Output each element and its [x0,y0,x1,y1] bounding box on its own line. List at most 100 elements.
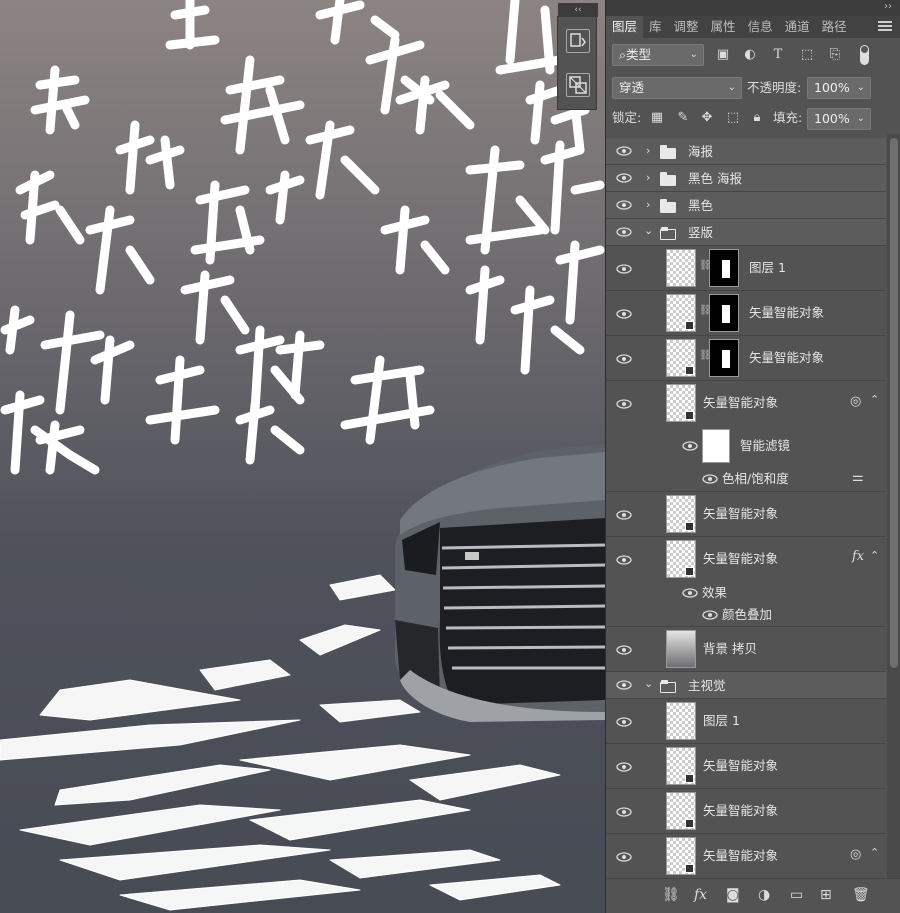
eye-icon[interactable] [616,807,632,817]
scrollbar-thumb[interactable] [890,138,898,668]
layer-row[interactable]: › 海报 [606,138,886,165]
link-icon[interactable]: ⛓ [662,887,680,903]
filter-type-icon[interactable]: T [769,46,787,64]
layer-row[interactable]: › 黑色 海报 [606,165,886,192]
chain-link-icon[interactable]: ⛓ [699,305,712,319]
layer-thumbnail [666,540,696,578]
eye-icon[interactable] [702,610,718,620]
effects-row[interactable]: 效果 [606,582,886,604]
lock-transparent-icon[interactable]: ▦ [648,109,666,127]
fx-icon[interactable]: fx [694,887,707,903]
chevron-up-icon[interactable]: ⌃ [870,393,879,406]
eye-icon[interactable] [616,200,632,210]
layers-scrollbar[interactable] [887,134,900,878]
tab-library[interactable]: 库 [643,16,668,38]
filter-item-row[interactable]: 色相/饱和度 ⚌ [606,466,886,492]
eye-icon[interactable] [616,309,632,319]
layer-mask-thumbnail[interactable] [709,294,739,332]
eye-icon[interactable] [616,146,632,156]
filter-kind-select[interactable]: ⌕类型 ⌄ [612,44,704,66]
smart-filter-icon[interactable]: ◎ [850,847,861,862]
opacity-input[interactable]: 100% ⌄ [807,77,871,99]
eye-icon[interactable] [682,441,698,451]
eye-icon[interactable] [616,264,632,274]
chain-link-icon[interactable]: ⛓ [699,350,712,364]
tab-paths[interactable]: 路径 [816,16,853,38]
layer-row[interactable]: › 黑色 [606,192,886,219]
layer-row[interactable]: ⛓ 矢量智能对象 [606,291,886,336]
layer-row[interactable]: 矢量智能对象 [606,789,886,834]
effect-item-row[interactable]: 颜色叠加 [606,604,886,627]
smart-filter-row[interactable]: 智能滤镜 [606,426,886,466]
eye-icon[interactable] [616,510,632,520]
tab-properties[interactable]: 属性 [705,16,742,38]
eye-icon[interactable] [616,762,632,772]
chevron-down-icon: ⌄ [689,49,698,60]
adjustment-icon[interactable]: ◑ [758,887,770,903]
eye-icon[interactable] [616,555,632,565]
layer-row[interactable]: 矢量智能对象 ◎ ⌃ [606,834,886,878]
eye-icon[interactable] [682,588,698,598]
filter-pixel-icon[interactable]: ▣ [714,46,732,64]
lock-all-icon[interactable]: 🔒︎ [748,109,766,127]
layer-row[interactable]: 矢量智能对象 [606,492,886,537]
folder-open-icon [660,680,676,693]
tab-channels[interactable]: 通道 [779,16,816,38]
filter-shape-icon[interactable]: ⬚ [798,46,816,64]
filter-mask-thumbnail[interactable] [702,429,730,463]
new-layer-icon[interactable]: ⊞ [820,887,832,903]
filter-adjustment-icon[interactable]: ◐ [741,46,759,64]
fx-icon[interactable]: fx [852,549,864,564]
document-canvas[interactable] [0,0,605,913]
layer-row[interactable]: ⌄ 主视觉 [606,672,886,699]
lock-image-icon[interactable]: ✎ [674,109,692,127]
chain-link-icon[interactable]: ⛓ [699,260,712,274]
eye-icon[interactable] [616,399,632,409]
lock-position-icon[interactable]: ✥ [698,109,716,127]
eye-icon[interactable] [616,354,632,364]
eye-icon[interactable] [616,227,632,237]
chevron-right-icon[interactable]: › [646,171,650,184]
eye-icon[interactable] [616,680,632,690]
layer-row[interactable]: ⛓ 图层 1 [606,246,886,291]
delete-icon[interactable]: 🗑︎ [852,887,870,903]
chevron-right-icon[interactable]: › [646,198,650,211]
panel-menu-icon[interactable] [878,19,892,33]
tab-info[interactable]: 信息 [742,16,779,38]
layer-mask-thumbnail[interactable] [709,249,739,287]
collapse-toggle[interactable]: ‹‹ [558,3,598,17]
layer-row[interactable]: ⌄ 竖版 [606,219,886,246]
chevron-down-icon[interactable]: ⌄ [644,677,653,690]
clone-source-icon[interactable] [566,73,590,97]
eye-icon[interactable] [702,474,718,484]
chevron-up-icon[interactable]: ⌃ [870,549,879,562]
new-group-icon[interactable]: ▭ [790,887,803,903]
eye-icon[interactable] [616,717,632,727]
tab-adjustments[interactable]: 调整 [668,16,705,38]
eye-icon[interactable] [616,173,632,183]
fill-input[interactable]: 100% ⌄ [807,108,871,130]
layer-row[interactable]: 图层 1 [606,699,886,744]
layer-mask-thumbnail[interactable] [709,339,739,377]
layer-row[interactable]: ⛓ 矢量智能对象 [606,336,886,381]
tab-layers[interactable]: 图层 [606,16,644,38]
layer-row[interactable]: 矢量智能对象 fx ⌃ [606,537,886,582]
layer-row[interactable]: 背景 拷贝 [606,627,886,672]
eye-icon[interactable] [616,645,632,655]
expand-toggle[interactable]: ›› [884,1,892,12]
layer-row[interactable]: 矢量智能对象 [606,744,886,789]
chevron-up-icon[interactable]: ⌃ [870,846,879,859]
blend-mode-select[interactable]: 穿透 ⌄ [612,77,742,99]
lock-artboard-icon[interactable]: ⬚ [724,109,742,127]
history-icon[interactable] [566,29,590,53]
eye-icon[interactable] [616,852,632,862]
filter-options-icon[interactable]: ⚌ [852,470,864,485]
mask-icon[interactable]: ◙ [726,887,740,903]
chevron-right-icon[interactable]: › [646,144,650,157]
filter-toggle-switch[interactable] [860,45,869,65]
smart-filter-icon[interactable]: ◎ [850,394,861,409]
filter-smartobject-icon[interactable]: ⎘ [826,46,844,64]
chevron-down-icon[interactable]: ⌄ [644,224,653,237]
layer-row[interactable]: 矢量智能对象 ◎ ⌃ [606,381,886,426]
layer-name: 矢量智能对象 [703,848,779,863]
